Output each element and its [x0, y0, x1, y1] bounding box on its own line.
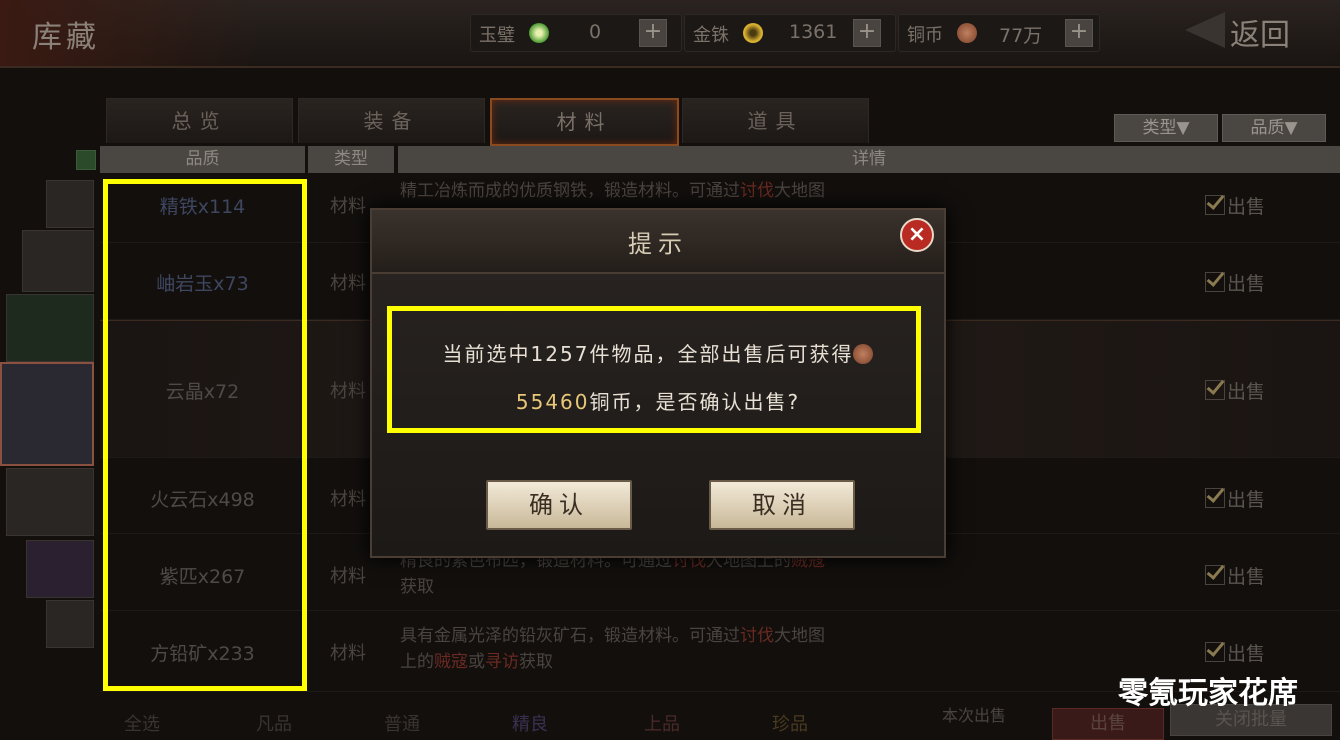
tab-overview[interactable]: 总览: [106, 98, 293, 143]
type-filter-dropdown[interactable]: 类型▼: [1114, 114, 1218, 142]
back-button[interactable]: 返回: [1185, 6, 1310, 53]
checkmark-icon: [1205, 272, 1225, 292]
item-thumbnail[interactable]: [22, 230, 94, 292]
sell-label: 出售: [1227, 643, 1266, 665]
sell-checkbox[interactable]: 出售: [1205, 639, 1265, 666]
page-title: 库藏: [32, 20, 100, 55]
currency-value: 0: [589, 21, 602, 43]
gold-coin-icon: [743, 23, 763, 43]
sell-label: 出售: [1227, 566, 1266, 588]
sell-label: 出售: [1227, 196, 1266, 218]
confirm-dialog: 提示 × 当前选中1257件物品，全部出售后可获得 55460铜币，是否确认出售…: [370, 208, 946, 558]
currency-label: 玉璧: [479, 25, 515, 46]
desc-text: 或: [468, 652, 485, 672]
desc-text: 获取: [400, 577, 434, 597]
desc-text: 上的: [400, 652, 434, 672]
desc-text: 精工冶炼而成的优质钢铁，锻造材料。可通过: [400, 181, 740, 201]
currency-value: 77万: [999, 25, 1043, 47]
item-thumbnail[interactable]: [6, 294, 94, 362]
item-desc: 具有金属光泽的铅灰矿石，锻造材料。可通过讨伐大地图上的贼寇或寻访获取: [400, 623, 825, 675]
copper-coin-icon: [957, 23, 977, 43]
currency-jade: 玉璧 0 +: [470, 14, 682, 52]
item-thumbnail[interactable]: [46, 600, 94, 648]
jade-icon: [529, 23, 549, 43]
quality-filter-checkbox[interactable]: 凡品: [256, 710, 292, 736]
currency-copper: 铜币 77万 +: [898, 14, 1100, 52]
desc-text: 大地图: [774, 181, 825, 201]
dialog-title: 提示: [628, 230, 688, 258]
checkmark-icon: [1205, 565, 1225, 585]
item-type: 材料: [330, 566, 366, 587]
add-copper-button[interactable]: +: [1065, 19, 1093, 47]
checkmark-icon: [1205, 642, 1225, 662]
this-sale-label: 本次出售: [942, 706, 1007, 725]
sell-label: 出售: [1227, 273, 1266, 295]
watermark: 零氪玩家花席: [1118, 676, 1298, 711]
confirm-button[interactable]: 确认: [486, 480, 632, 530]
item-type: 材料: [330, 381, 366, 402]
sell-checkbox[interactable]: 出售: [1205, 269, 1265, 296]
item-thumbnail-selected[interactable]: [0, 362, 94, 466]
sell-checkbox[interactable]: 出售: [1205, 485, 1265, 512]
cancel-button[interactable]: 取消: [709, 480, 855, 530]
highlight-box-names: [103, 179, 307, 691]
currency-gold: 金铢 1361 +: [684, 14, 896, 52]
item-desc: 精工冶炼而成的优质钢铁，锻造材料。可通过讨伐大地图: [400, 178, 825, 204]
column-type[interactable]: 类型: [308, 146, 394, 173]
sell-label: 出售: [1227, 489, 1266, 511]
item-type: 材料: [330, 643, 366, 664]
sell-label: 出售: [1227, 381, 1266, 403]
tab-items[interactable]: 道具: [682, 98, 869, 143]
desc-text: 大地图: [774, 626, 825, 646]
add-jade-button[interactable]: +: [639, 19, 667, 47]
quality-filter-checkbox[interactable]: 上品: [644, 710, 680, 736]
sort-icon[interactable]: [76, 150, 96, 170]
sell-checkbox[interactable]: 出售: [1205, 377, 1265, 404]
desc-text: 具有金属光泽的铅灰矿石，锻造材料。可通过: [400, 626, 740, 646]
sell-checkbox[interactable]: 出售: [1205, 192, 1265, 219]
quality-filter-checkbox[interactable]: 普通: [384, 710, 420, 736]
checkmark-icon: [1205, 488, 1225, 508]
currency-value: 1361: [789, 21, 838, 43]
highlight-box-message: [387, 306, 921, 433]
tab-materials[interactable]: 材料: [490, 98, 679, 146]
item-thumbnail[interactable]: [6, 468, 94, 536]
back-label: 返回: [1230, 18, 1290, 53]
item-thumbnail[interactable]: [46, 180, 94, 228]
tab-equipment[interactable]: 装备: [298, 98, 485, 143]
desc-text: 获取: [519, 652, 553, 672]
item-type: 材料: [330, 196, 366, 217]
quality-filter-dropdown[interactable]: 品质▼: [1222, 114, 1326, 142]
item-type: 材料: [330, 489, 366, 510]
column-quality[interactable]: 品质: [100, 146, 305, 173]
quality-filter-checkbox[interactable]: 珍品: [772, 710, 808, 736]
close-icon[interactable]: ×: [900, 218, 934, 252]
desc-link[interactable]: 讨伐: [740, 626, 774, 646]
currency-label: 铜币: [907, 25, 943, 46]
desc-link[interactable]: 寻访: [485, 652, 519, 672]
item-thumbnail[interactable]: [26, 540, 94, 598]
quality-filter-checkbox[interactable]: 精良: [512, 710, 548, 736]
sell-checkbox[interactable]: 出售: [1205, 562, 1265, 589]
checkmark-icon: [1205, 195, 1225, 215]
sell-button[interactable]: 出售: [1052, 708, 1164, 740]
item-type: 材料: [330, 273, 366, 294]
add-gold-button[interactable]: +: [853, 19, 881, 47]
desc-link[interactable]: 贼寇: [434, 652, 468, 672]
desc-link[interactable]: 讨伐: [740, 181, 774, 201]
currency-label: 金铢: [693, 25, 729, 46]
column-detail: 详情: [398, 146, 1340, 173]
select-all-checkbox[interactable]: 全选: [124, 710, 160, 736]
back-arrow-icon: [1185, 12, 1225, 48]
checkmark-icon: [1205, 380, 1225, 400]
